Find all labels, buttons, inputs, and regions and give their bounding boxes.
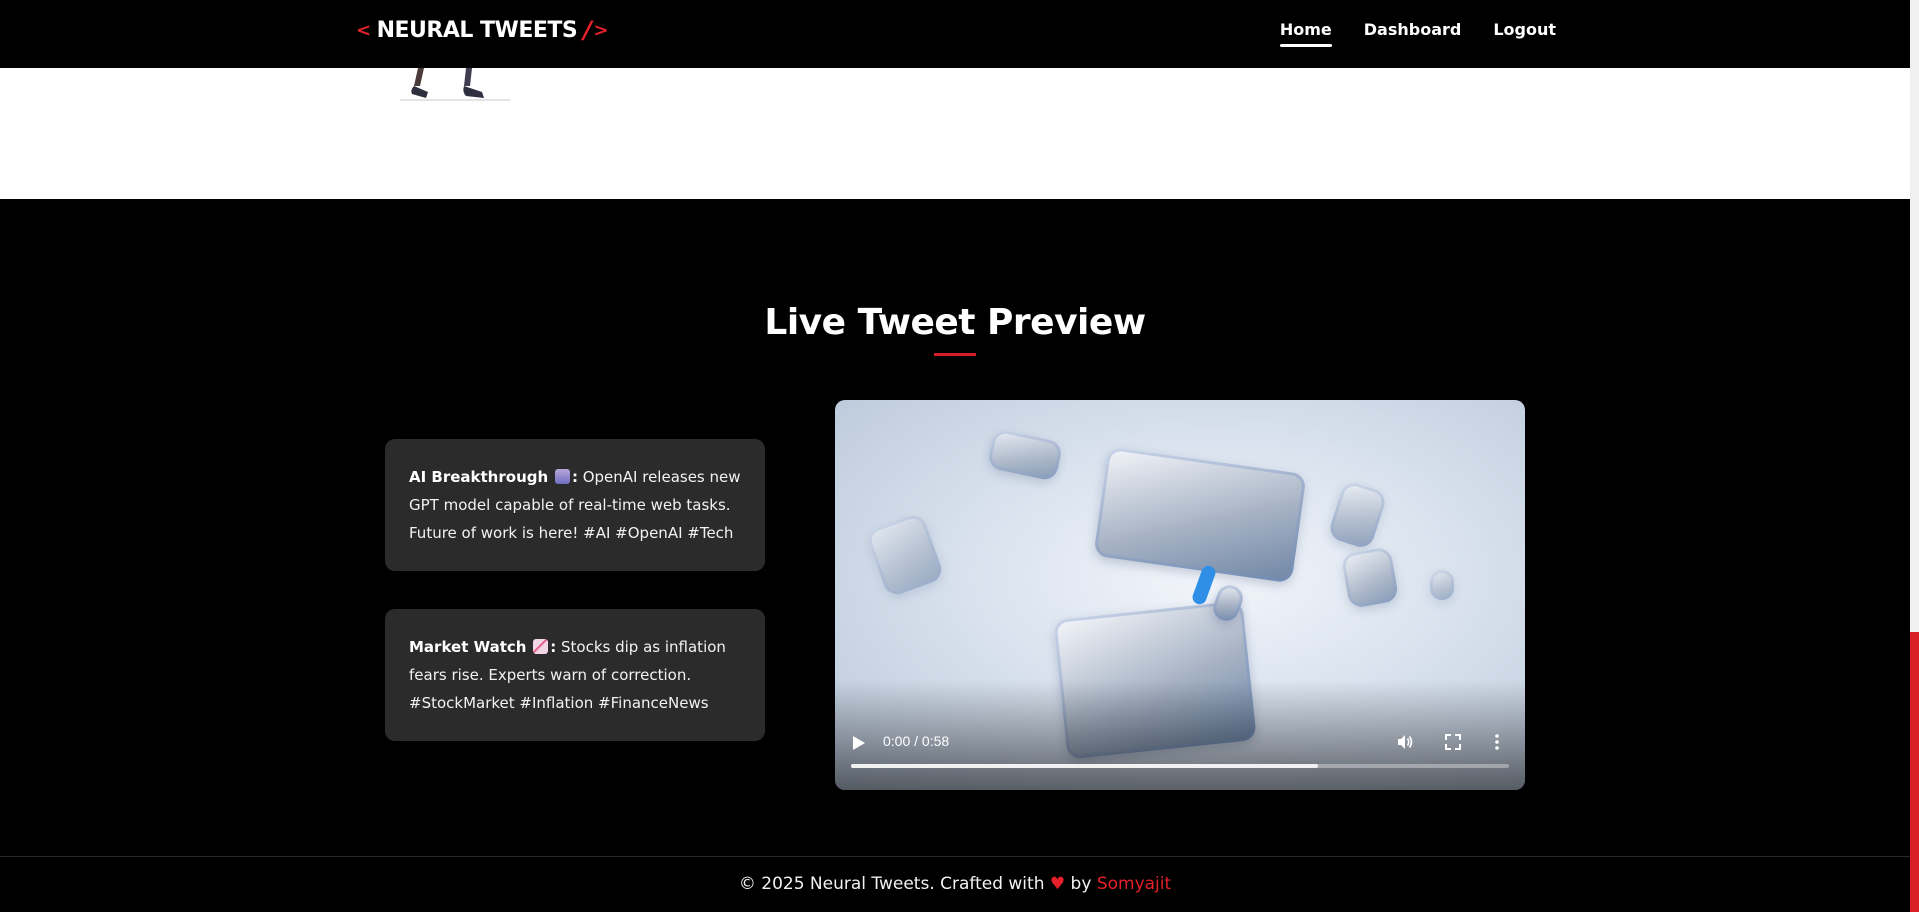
- video-frame-shard: [986, 428, 1064, 482]
- video-player[interactable]: 0:00 / 0:58: [835, 400, 1525, 790]
- video-progress-fill: [851, 764, 1319, 768]
- video-frame-shard: [1340, 546, 1400, 609]
- video-frame-shard: [1326, 479, 1389, 551]
- footer: © 2025 Neural Tweets. Crafted with ♥ by …: [0, 874, 1910, 894]
- footer-author-link[interactable]: Somyajit: [1097, 874, 1171, 894]
- hero-section-bottom: [0, 68, 1910, 199]
- video-frame-blue-shard: [1190, 563, 1218, 607]
- page-scrollbar[interactable]: [1910, 0, 1919, 912]
- tweet-card: AI Breakthrough : OpenAI releases new GP…: [385, 439, 765, 571]
- nav-link-dashboard[interactable]: Dashboard: [1364, 20, 1462, 45]
- brand-slash: /: [583, 16, 592, 44]
- scrollbar-thumb[interactable]: [1910, 632, 1919, 912]
- fullscreen-icon[interactable]: [1443, 732, 1463, 752]
- brand-right-bracket: >: [593, 19, 609, 41]
- nav-link-logout[interactable]: Logout: [1493, 20, 1556, 45]
- volume-icon[interactable]: [1395, 732, 1415, 752]
- tweet-title: AI Breakthrough: [409, 468, 549, 486]
- footer-divider: [0, 856, 1910, 857]
- nav-links: Home Dashboard Logout: [1279, 20, 1556, 47]
- section-title-underline: [934, 353, 976, 356]
- video-frame-shard: [864, 511, 946, 599]
- nav-link-home[interactable]: Home: [1279, 20, 1332, 47]
- navbar: < NEURAL TWEETS / > Home Dashboard Logou…: [0, 0, 1910, 68]
- heart-icon: ♥: [1049, 874, 1066, 894]
- footer-by: by: [1070, 874, 1092, 894]
- robot-icon: [554, 469, 570, 484]
- brand-logo[interactable]: < NEURAL TWEETS / >: [356, 16, 609, 44]
- video-progress-bar[interactable]: [851, 764, 1509, 768]
- video-frame-shard: [1430, 570, 1454, 600]
- video-time: 0:00 / 0:58: [883, 733, 950, 749]
- video-frame-shard: [1093, 446, 1307, 584]
- more-options-icon[interactable]: [1487, 732, 1507, 752]
- brand-name: NEURAL TWEETS: [376, 17, 578, 43]
- brand-left-bracket: <: [356, 19, 371, 41]
- video-controls: 0:00 / 0:58: [835, 720, 1525, 790]
- tweet-title: Market Watch: [409, 638, 527, 656]
- person-walking-illustration: [400, 68, 510, 101]
- section-title: Live Tweet Preview: [764, 302, 1146, 343]
- footer-text: © 2025 Neural Tweets. Crafted with: [738, 874, 1045, 894]
- play-icon[interactable]: [853, 736, 865, 750]
- tweet-card: Market Watch : Stocks dip as inflation f…: [385, 609, 765, 741]
- chart-decreasing-icon: [533, 639, 549, 654]
